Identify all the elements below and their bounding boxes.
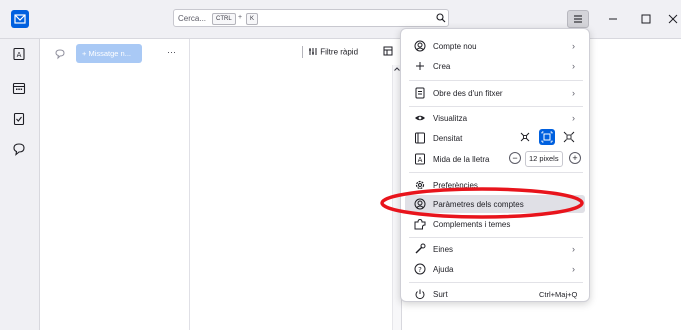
maximize-button[interactable] bbox=[637, 10, 657, 28]
menu-item-label: Densitat bbox=[433, 134, 463, 143]
menu-item-label: Obre des d'un fitxer bbox=[433, 89, 503, 98]
density-icon bbox=[413, 131, 427, 145]
highlight-ellipse bbox=[380, 187, 584, 219]
mail-app-icon[interactable] bbox=[11, 10, 29, 28]
menu-separator bbox=[409, 237, 583, 238]
tasks-icon[interactable] bbox=[12, 112, 26, 126]
menu-item-open-from-file[interactable]: Obre des d'un fitxer › bbox=[405, 84, 585, 102]
font-size-icon: A bbox=[413, 152, 427, 166]
plus-icon bbox=[413, 59, 427, 73]
shortcut-ctrl-key: CTRL bbox=[212, 13, 236, 25]
menu-item-density: Densitat bbox=[405, 129, 585, 147]
spaces-toolbar: A bbox=[0, 39, 40, 330]
menu-item-tools[interactable]: Eines › bbox=[405, 240, 585, 258]
svg-text:?: ? bbox=[418, 266, 422, 274]
menu-separator bbox=[409, 80, 583, 81]
more-options-icon[interactable]: ··· bbox=[167, 47, 176, 57]
search-icon[interactable] bbox=[436, 13, 446, 23]
menu-separator bbox=[409, 282, 583, 283]
chevron-right-icon: › bbox=[572, 113, 575, 123]
calendar-icon[interactable] bbox=[12, 81, 26, 95]
thread-pane: Filtre ràpid bbox=[190, 39, 401, 330]
chevron-right-icon: › bbox=[572, 88, 575, 98]
power-icon bbox=[413, 287, 427, 301]
filter-icon bbox=[308, 47, 318, 56]
menu-item-create[interactable]: Crea › bbox=[405, 57, 585, 75]
eye-icon bbox=[413, 111, 427, 125]
chevron-right-icon: › bbox=[572, 244, 575, 254]
search-placeholder: Cerca... bbox=[178, 14, 207, 23]
shortcut-k-key: K bbox=[246, 13, 259, 25]
density-normal-button[interactable] bbox=[539, 129, 555, 145]
file-open-icon bbox=[413, 86, 427, 100]
address-book-icon[interactable]: A bbox=[12, 47, 26, 61]
svg-text:A: A bbox=[418, 156, 423, 164]
menu-item-label: Complements i temes bbox=[433, 220, 511, 229]
account-new-icon bbox=[413, 39, 427, 53]
menu-item-label: Compte nou bbox=[433, 42, 477, 51]
menu-separator bbox=[409, 172, 583, 173]
chat-icon[interactable] bbox=[12, 142, 26, 156]
minimize-button[interactable] bbox=[604, 10, 624, 28]
help-icon: ? bbox=[413, 262, 427, 276]
chevron-right-icon: › bbox=[572, 41, 575, 51]
toolbar-divider bbox=[302, 46, 303, 58]
quit-shortcut: Ctrl+Maj+Q bbox=[539, 290, 578, 299]
display-options-icon[interactable] bbox=[383, 46, 393, 56]
app-menu-button[interactable] bbox=[567, 10, 589, 28]
menu-item-font-size: A Mida de la lletra − 12 pixels + bbox=[405, 150, 585, 168]
font-size-increase-button[interactable]: + bbox=[569, 152, 581, 164]
chevron-right-icon: › bbox=[572, 61, 575, 71]
font-size-decrease-button[interactable]: − bbox=[509, 152, 521, 164]
menu-item-label: Eines bbox=[433, 245, 454, 254]
shortcut-plus: + bbox=[238, 14, 243, 21]
menu-item-label: Surt bbox=[433, 290, 448, 299]
app-menu-panel: Compte nou › Crea › Obre des d'un fitxer… bbox=[400, 28, 590, 302]
quick-filter-button[interactable]: Filtre ràpid bbox=[308, 47, 358, 56]
menu-separator bbox=[409, 106, 583, 107]
chevron-right-icon: › bbox=[572, 264, 575, 274]
new-message-button[interactable]: + Missatge n... bbox=[76, 44, 142, 63]
tools-icon bbox=[413, 242, 427, 256]
quick-filter-label: Filtre ràpid bbox=[320, 47, 359, 57]
menu-item-view[interactable]: Visualitza › bbox=[405, 109, 585, 127]
folder-pane: + Missatge n... ··· bbox=[40, 39, 190, 330]
menu-item-quit[interactable]: Surt Ctrl+Maj+Q bbox=[405, 285, 585, 303]
get-messages-icon[interactable] bbox=[54, 48, 66, 60]
menu-item-label: Ajuda bbox=[433, 265, 454, 274]
svg-text:A: A bbox=[17, 51, 22, 59]
thread-toolbar: Filtre ràpid bbox=[190, 39, 400, 65]
menu-item-help[interactable]: ? Ajuda › bbox=[405, 260, 585, 278]
new-message-label: + Missatge n... bbox=[82, 49, 131, 58]
search-input[interactable]: Cerca... CTRL + K bbox=[173, 9, 449, 27]
density-touch-button[interactable] bbox=[561, 129, 577, 145]
close-button[interactable] bbox=[665, 10, 681, 28]
menu-item-label: Visualitza bbox=[433, 114, 468, 123]
density-compact-button[interactable] bbox=[517, 129, 533, 145]
menu-item-new-account[interactable]: Compte nou › bbox=[405, 37, 585, 55]
menu-item-label: Mida de la lletra bbox=[433, 155, 490, 164]
menu-item-label: Crea bbox=[433, 62, 451, 71]
font-size-value[interactable]: 12 pixels bbox=[525, 151, 563, 167]
